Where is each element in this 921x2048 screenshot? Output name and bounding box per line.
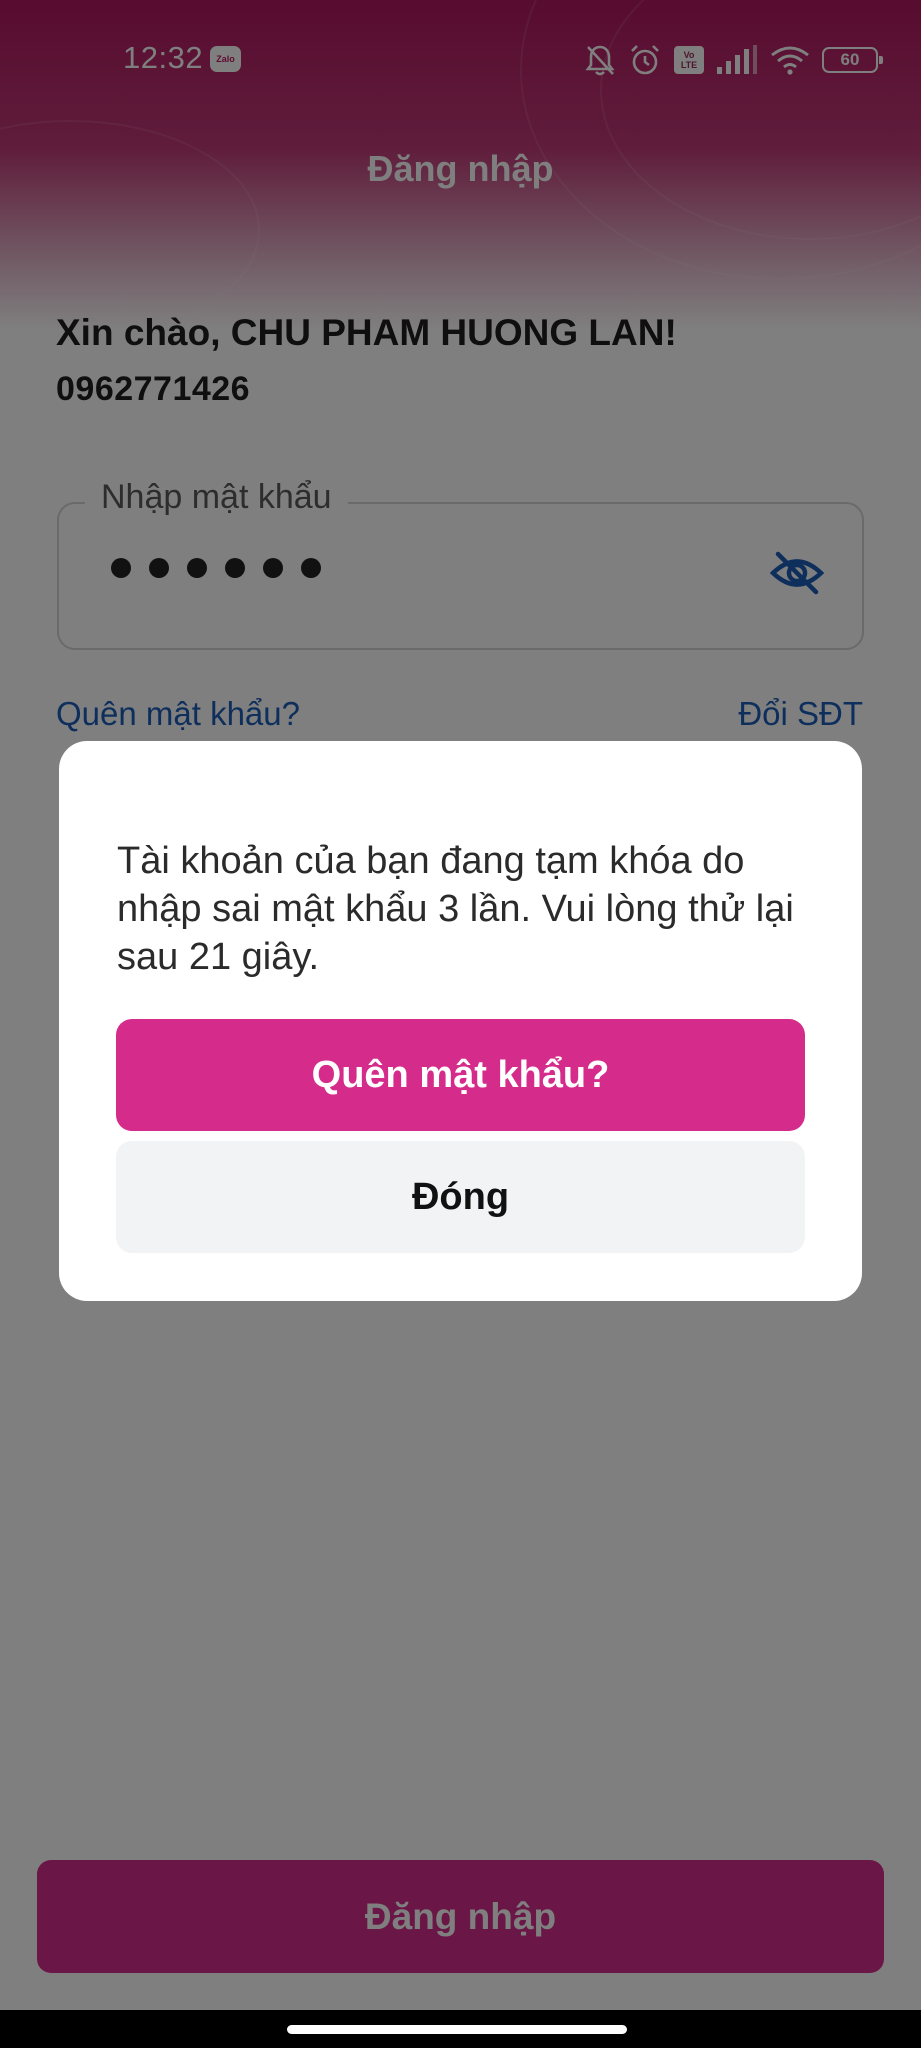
dialog-forgot-password-button[interactable]: Quên mật khẩu?: [116, 1019, 805, 1131]
home-indicator[interactable]: [287, 2025, 627, 2034]
account-locked-dialog: Tài khoản của bạn đang tạm khóa do nhập …: [59, 741, 862, 1301]
dialog-message: Tài khoản của bạn đang tạm khóa do nhập …: [117, 840, 794, 978]
dialog-close-button[interactable]: Đóng: [116, 1141, 805, 1253]
